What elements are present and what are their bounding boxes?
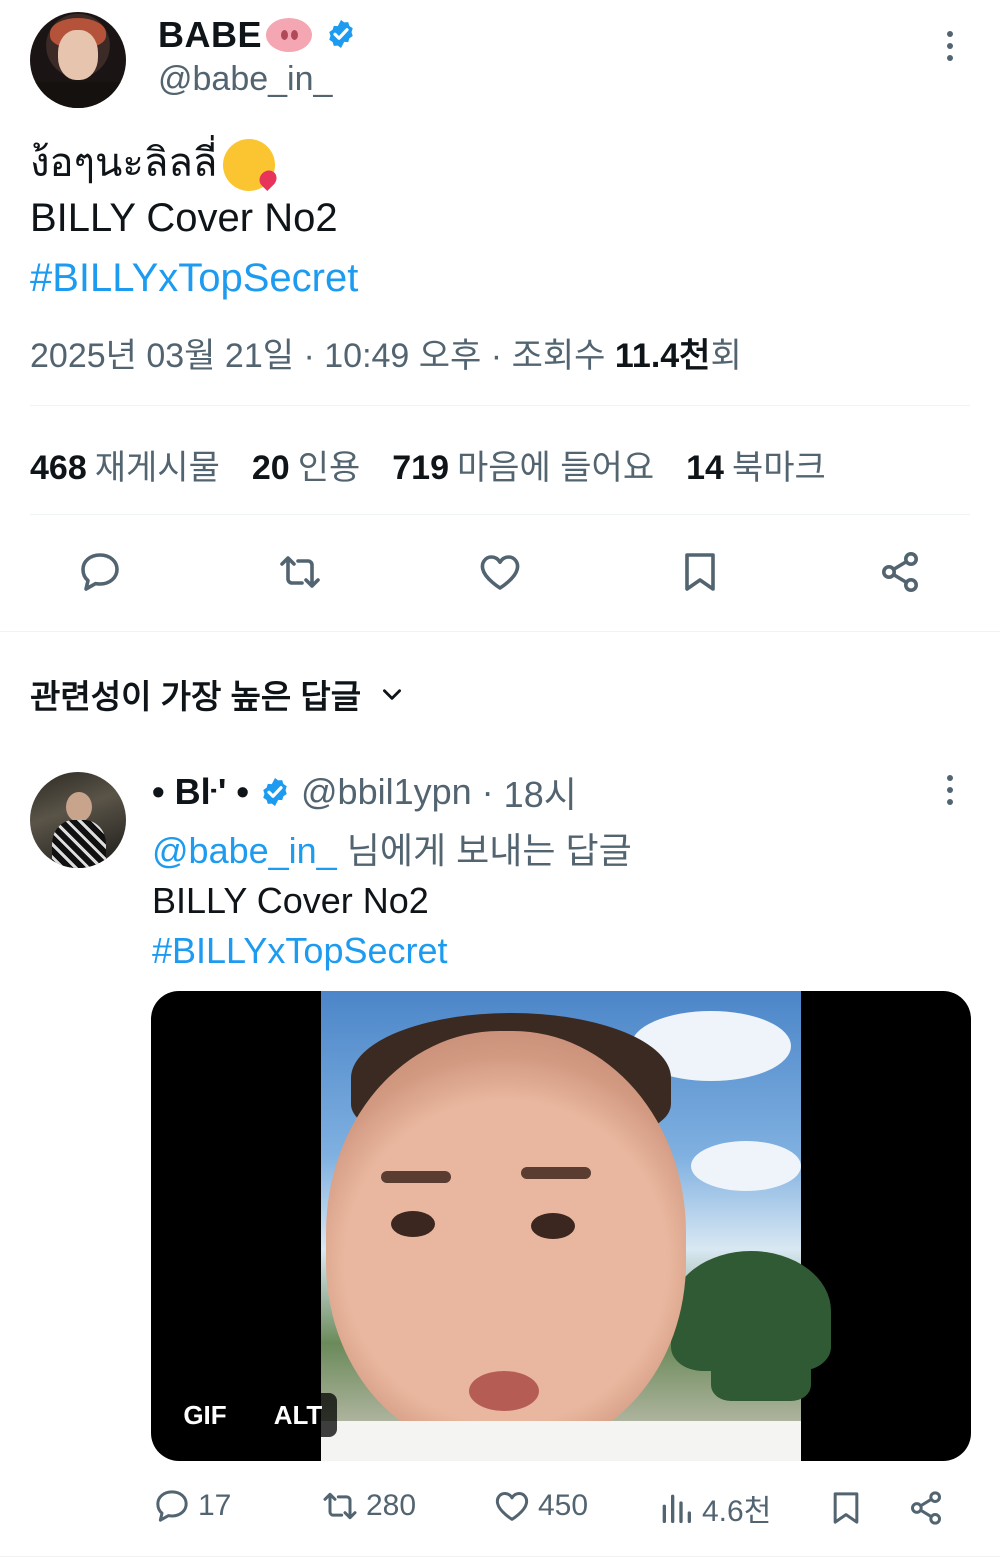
like-icon: [495, 1492, 529, 1521]
stat-quotes[interactable]: 20 인용: [252, 440, 360, 489]
alt-text-button[interactable]: ALT: [259, 1393, 337, 1437]
like-icon[interactable]: [476, 548, 524, 596]
divider: [0, 1556, 1000, 1557]
tweet-text-line2: BILLY Cover No2: [30, 196, 338, 240]
stat-reposts[interactable]: 468 재게시물: [30, 440, 220, 489]
reply-timestamp[interactable]: 18시: [504, 766, 577, 818]
retweet-icon: [323, 1492, 357, 1520]
tweet-time[interactable]: 10:49 오후: [324, 337, 481, 375]
retweet-count: 280: [366, 1489, 417, 1522]
reply-views-button[interactable]: 4.6천: [656, 1486, 771, 1530]
like-count: 450: [538, 1489, 589, 1522]
reply-icon: [156, 1490, 188, 1522]
reply-like-button[interactable]: 450: [492, 1486, 588, 1526]
divider: [0, 631, 1000, 632]
replying-to: @babe_in_ 님에게 보내는 답글: [152, 830, 632, 871]
reply-action-bar: 17 280 450 4.6천: [152, 1486, 952, 1534]
kissing-face-emoji-icon: [223, 139, 276, 192]
tweet-text-line1: ง้อๆนะลิลลี่: [30, 130, 276, 194]
reply-author-name[interactable]: • Bŀ' •: [152, 771, 249, 813]
reply-header: • Bŀ' • @bbil1ypn · 18시: [152, 766, 577, 818]
more-options-icon[interactable]: [940, 28, 960, 68]
views-count: 11.4천: [614, 337, 711, 375]
views-label: 조회수: [511, 337, 606, 375]
gif-badge: GIF: [169, 1393, 241, 1437]
tweet-hashtag-link[interactable]: #BILLYxTopSecret: [30, 256, 358, 301]
view-count: 4.6천: [702, 1495, 772, 1528]
tweet-meta: 2025년 03월 21일 · 10:49 오후 · 조회수 11.4천회: [30, 337, 742, 375]
replies-sort-label: 관련성이 가장 높은 답글: [30, 678, 362, 715]
reply-more-options-icon[interactable]: [940, 772, 960, 812]
reply-hashtag-link[interactable]: #BILLYxTopSecret: [152, 930, 448, 972]
share-icon[interactable]: [876, 548, 924, 596]
reply-icon[interactable]: [76, 548, 124, 596]
reply-reply-button[interactable]: 17: [152, 1486, 231, 1526]
tweet-date[interactable]: 2025년 03월 21일: [30, 337, 294, 375]
reply-author-avatar[interactable]: [30, 772, 126, 868]
divider: [30, 514, 970, 515]
replies-sort-dropdown[interactable]: 관련성이 가장 높은 답글: [30, 670, 405, 718]
author-name[interactable]: BABE: [158, 14, 262, 56]
retweet-icon[interactable]: [276, 548, 324, 596]
author-handle[interactable]: @babe_in_: [158, 60, 332, 99]
stat-bookmarks[interactable]: 14 북마크: [686, 440, 826, 489]
verified-badge-icon[interactable]: [325, 18, 357, 50]
reply-gif-media[interactable]: GIF ALT: [151, 991, 971, 1461]
share-icon[interactable]: [906, 1488, 946, 1528]
replying-to-mention-link[interactable]: @babe_in_: [152, 830, 337, 871]
reply-author-handle[interactable]: @bbil1ypn: [301, 771, 472, 813]
pig-nose-emoji-icon: [266, 18, 312, 52]
analytics-icon: [662, 1494, 691, 1523]
divider: [30, 405, 970, 406]
verified-badge-icon[interactable]: [259, 776, 291, 808]
reply-count: 17: [198, 1489, 232, 1522]
chevron-down-icon: [383, 689, 402, 700]
author-avatar[interactable]: [30, 12, 126, 108]
reply-text: BILLY Cover No2: [152, 880, 429, 921]
bookmark-icon[interactable]: [676, 548, 724, 596]
engagement-stats: 468 재게시물 20 인용 719 마음에 들어요 14 북마크: [30, 440, 826, 489]
bookmark-icon[interactable]: [826, 1488, 866, 1528]
stat-likes[interactable]: 719 마음에 들어요: [392, 440, 654, 489]
reply-retweet-button[interactable]: 280: [320, 1486, 416, 1526]
